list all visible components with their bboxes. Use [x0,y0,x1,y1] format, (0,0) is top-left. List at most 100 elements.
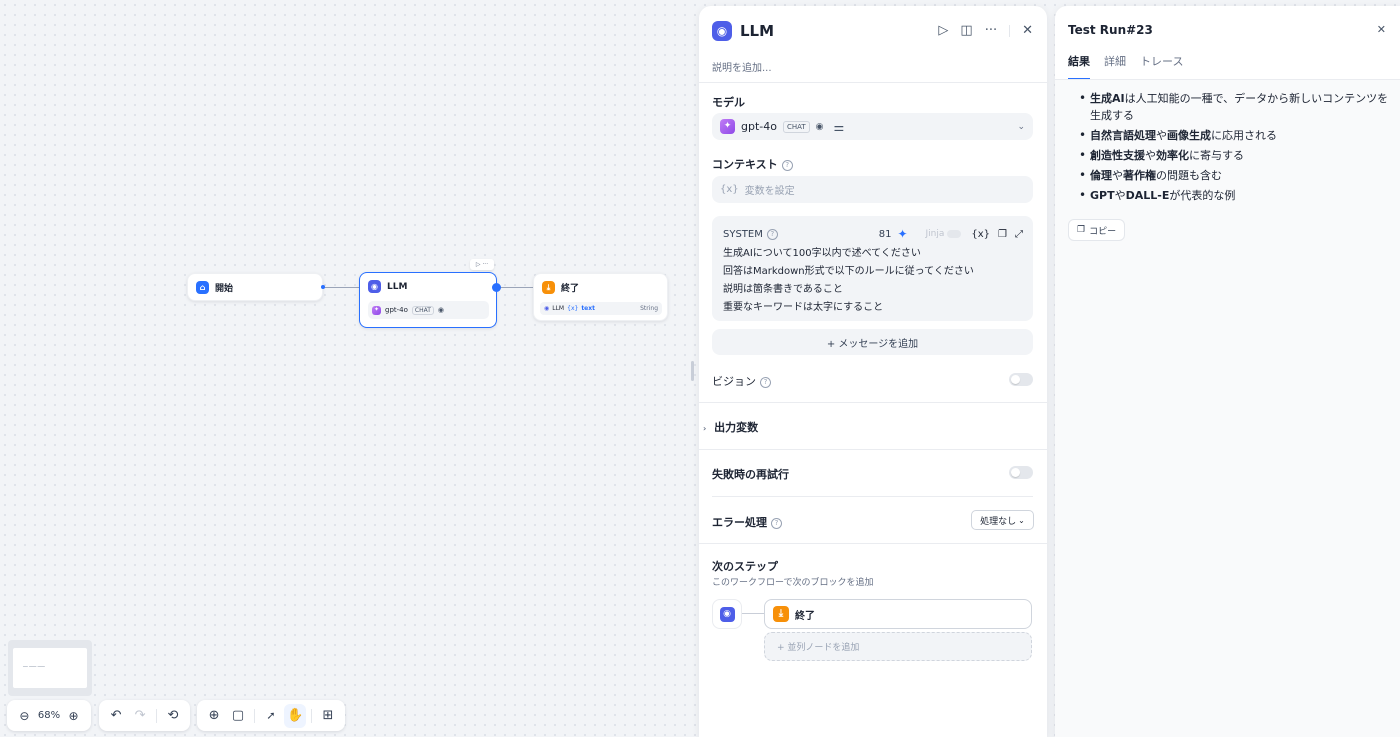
add-parallel-node-button[interactable]: + 並列ノードを追加 [764,632,1032,661]
list-item: 創造性支援や効率化に寄与する [1068,147,1393,164]
toolbar-divider [311,708,312,723]
help-icon[interactable]: ? [781,159,793,171]
model-label: モデル [712,96,745,109]
add-parallel-label: + 並列ノードを追加 [777,643,860,653]
panel-title[interactable]: LLM [740,22,774,40]
more-icon[interactable]: ··· [985,23,997,38]
tab-detail[interactable]: 詳細 [1104,53,1126,80]
next-step-label: 次のステップ [712,560,778,573]
item-text: や [1114,189,1126,202]
keyword: 画像生成 [1167,129,1211,142]
llm-node-label: LLM [387,281,408,292]
next-step-connector [742,613,764,614]
variable-icon: {x} [567,305,579,312]
llm-small-icon: ◉ [544,305,550,312]
item-text: や [1112,169,1123,182]
help-icon[interactable]: ? [771,517,782,529]
list-item: 生成AIは人工知能の一種で、データから新しいコンテンツを生成する [1068,90,1393,124]
keyword: GPT [1090,189,1115,202]
system-prompt-line: 重要なキーワードは太字にすること [723,302,884,313]
output-vars-row[interactable]: › 出力変数 [703,419,758,435]
next-step-source: ◉ [712,599,742,629]
organize-icon[interactable]: ⊞ [317,704,339,728]
clipboard-icon[interactable]: ❐ [998,229,1007,240]
item-text: や [1145,149,1156,162]
close-icon[interactable]: ✕ [1022,23,1033,38]
start-node[interactable]: ⌂ 開始 [187,273,325,301]
system-prompt-line: 回答はMarkdown形式で以下のルールに従ってください [723,266,974,277]
minimap-nodes: ━━ ━━━ ━━━ [23,664,45,669]
model-params-icon[interactable]: ⚌ [834,120,845,134]
end-node-label: 終了 [561,284,580,294]
tab-trace[interactable]: トレース [1140,53,1183,80]
history-icon[interactable]: ⟲ [162,704,184,728]
insert-variable-icon[interactable]: {x} [971,229,990,240]
jinja-label: Jinja [925,229,945,239]
expand-icon[interactable]: ⤢ [1015,229,1023,240]
tab-result[interactable]: 結果 [1068,53,1090,80]
minimap[interactable]: ━━ ━━━ ━━━ [8,640,92,696]
item-text: に応用される [1211,129,1277,142]
zoom-in-icon[interactable]: ⊕ [62,704,85,728]
item-text: は人工知能の一種で、データから新しいコンテンツを生成する [1090,92,1389,122]
keyword: 効率化 [1156,149,1189,162]
end-node-output-var: ◉ LLM {x} text String [540,302,662,315]
retry-label: 失敗時の再試行 [712,468,789,481]
model-selector[interactable]: ✦ gpt-4o CHAT ◉ ⚌ ⌄ [712,113,1033,140]
start-node-label: 開始 [215,284,234,294]
error-handling-select[interactable]: 処理なし ⌄ [971,510,1034,530]
keyword: 著作権 [1123,169,1156,182]
llm-node-output-handle[interactable] [492,283,501,292]
list-item: 自然言語処理や画像生成に応用される [1068,127,1393,144]
run-icon[interactable]: ▷ [938,23,948,38]
next-step-description: このワークフローで次のブロックを追加 [712,578,874,588]
divider [712,496,1033,497]
vision-label: ビジョン [712,375,756,388]
copy-button[interactable]: ❐ コピー [1068,219,1126,241]
zoom-level[interactable]: 68% [38,710,60,721]
model-name: gpt-4o [741,120,777,133]
system-prompt-editor[interactable]: SYSTEM ? 81 ✦ Jinja {x} ❐ ⤢ 生成AIについて100字… [712,216,1033,321]
vision-toggle[interactable] [1009,373,1033,386]
help-icon[interactable]: ? [766,228,778,240]
end-node[interactable]: ⤓ 終了 ◉ LLM {x} text String [533,273,668,321]
list-item: GPTやDALL-Eが代表的な例 [1068,187,1393,204]
context-label-row: コンテキスト? [712,156,793,172]
close-icon[interactable]: ✕ [1377,23,1386,36]
list-item: 倫理や著作権の問題も含む [1068,167,1393,184]
add-note-icon[interactable]: ▢ [227,704,249,728]
llm-node[interactable]: ◉ LLM ✦ gpt-4o CHAT ◉ [359,272,501,328]
add-message-label: + メッセージを追加 [826,338,919,350]
start-node-output-handle[interactable] [321,285,325,289]
help-icon[interactable]: ? [760,376,771,388]
llm-node-mini-actions[interactable]: ▷ ··· [470,259,494,270]
system-prompt-line: 生成AIについて100字以内で述べてください [723,248,921,259]
llm-node-actions-label: ▷ ··· [475,261,489,268]
context-variable-input[interactable]: {x} 変数を設定 [712,176,1033,203]
retry-toggle[interactable] [1009,466,1033,479]
hand-icon[interactable]: ✋ [284,703,307,728]
description-input[interactable]: 説明を追加... [712,59,772,74]
panel-header: ◉ LLM [712,21,774,41]
panel-resize-handle[interactable] [691,361,694,381]
split-view-icon[interactable]: ◫ [960,23,972,38]
workflow-canvas[interactable]: ⌂ 開始 ▷ ··· ◉ LLM ✦ gpt-4o CHAT ◉ ⤓ 終了 ◉ … [0,0,695,737]
undo-icon[interactable]: ↶ [105,704,127,728]
end-node-var-source: LLM [552,305,565,312]
zoom-out-icon[interactable]: ⊖ [13,704,36,728]
next-step-end-block[interactable]: ⤓ 終了 [764,599,1032,629]
pointer-icon[interactable]: ➚ [260,704,282,728]
eye-icon: ◉ [437,306,445,314]
chevron-down-icon: ⌄ [1017,121,1025,132]
vision-eye-icon: ◉ [815,121,824,132]
divider [699,82,1047,83]
ai-generate-icon[interactable]: ✦ [897,227,907,241]
llm-icon: ◉ [712,21,732,41]
add-message-button[interactable]: + メッセージを追加 [712,329,1033,355]
keyword: 倫理 [1090,169,1112,182]
add-node-icon[interactable]: ⊕ [203,704,225,728]
end-icon: ⤓ [773,606,789,622]
redo-icon[interactable]: ↷ [129,704,151,728]
clipboard-icon: ❐ [1077,225,1086,235]
jinja-toggle[interactable] [947,230,962,238]
